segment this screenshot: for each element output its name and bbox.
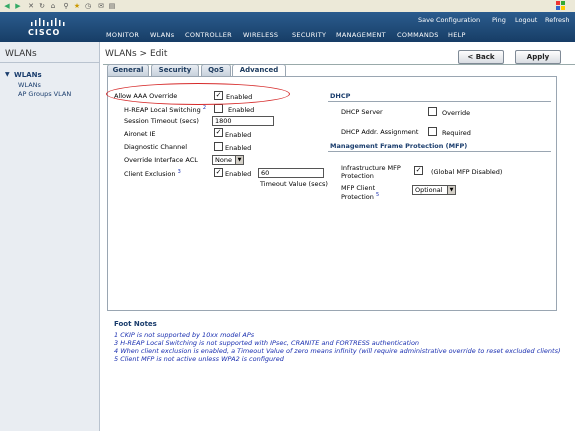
back-button[interactable]: < Back: [458, 50, 504, 64]
favorites-icon[interactable]: ★: [73, 2, 81, 10]
cisco-logo-text: CISCO: [28, 28, 61, 37]
session-timeout-label: Session Timeout (secs): [124, 117, 199, 125]
nav-commands[interactable]: COMMANDS: [397, 31, 439, 39]
diagnostic-text: Enabled: [225, 144, 252, 152]
sidebar-divider: [0, 62, 99, 63]
windows-logo-icon: [556, 1, 565, 10]
save-configuration-link[interactable]: Save Configuration: [418, 16, 480, 24]
page-title: WLANs > Edit: [105, 49, 168, 59]
tab-general[interactable]: General: [107, 64, 149, 76]
client-mfp-value: Optional: [415, 186, 443, 194]
forward-icon[interactable]: ▶: [14, 2, 22, 10]
mail-icon[interactable]: ✉: [97, 2, 105, 10]
timeout-value-input[interactable]: 60: [258, 168, 324, 178]
nav-monitor[interactable]: MONITOR: [106, 31, 139, 39]
refresh-link[interactable]: Refresh: [545, 16, 570, 24]
apply-button[interactable]: Apply: [515, 50, 561, 64]
back-icon[interactable]: ◀: [3, 2, 11, 10]
footnote-item: 3 H-REAP Local Switching is not supporte…: [114, 339, 420, 347]
chevron-down-icon: ▼: [235, 156, 243, 164]
client-exclusion-checkbox[interactable]: ✓: [214, 168, 223, 177]
mfp-section-title: Management Frame Protection (MFP): [330, 142, 468, 150]
dhcp-assign-checkbox[interactable]: [428, 127, 437, 136]
chevron-down-icon: ▼: [447, 186, 455, 194]
highlight-oval: [106, 83, 290, 105]
dhcp-assign-label: DHCP Addr. Assignment: [341, 128, 419, 136]
history-icon[interactable]: ◷: [84, 2, 92, 10]
timeout-value-label: Timeout Value (secs): [260, 180, 328, 188]
cisco-logo-icon: [31, 18, 65, 26]
dhcp-divider: [328, 101, 551, 102]
footnote-item: 4 When client exclusion is enabled, a Ti…: [114, 347, 561, 355]
nav-controller[interactable]: CONTROLLER: [185, 31, 232, 39]
aironet-label: Aironet IE: [124, 130, 156, 138]
nav-help[interactable]: HELP: [448, 31, 466, 39]
tab-security[interactable]: Security: [151, 64, 199, 76]
dhcp-server-text: Override: [442, 109, 471, 117]
dhcp-server-checkbox[interactable]: [428, 107, 437, 116]
sidebar-section-wlans[interactable]: WLANs: [14, 71, 42, 79]
nav-security[interactable]: SECURITY: [292, 31, 326, 39]
client-mfp-label-line2: Protection 5: [341, 192, 380, 202]
session-timeout-input[interactable]: 1800: [212, 116, 274, 126]
tab-qos[interactable]: QoS: [201, 64, 231, 76]
client-exclusion-text: Enabled: [225, 170, 252, 178]
infra-mfp-label-line2: Protection: [341, 172, 374, 180]
cisco-header: [0, 12, 575, 42]
nav-wireless[interactable]: WIRELESS: [243, 31, 278, 39]
search-icon[interactable]: ⚲: [62, 2, 70, 10]
home-icon[interactable]: ⌂: [49, 2, 57, 10]
sidebar-item-wlans[interactable]: WLANs: [18, 81, 41, 89]
logout-link[interactable]: Logout: [515, 16, 537, 24]
sidebar-title: WLANs: [5, 49, 37, 59]
sidebar-item-ap-groups-vlan[interactable]: AP Groups VLAN: [18, 90, 71, 98]
override-acl-value: None: [215, 156, 232, 164]
aironet-checkbox[interactable]: ✓: [214, 128, 223, 137]
diagnostic-label: Diagnostic Channel: [124, 143, 188, 151]
refresh-icon[interactable]: ↻: [38, 2, 46, 10]
override-acl-select[interactable]: None ▼: [212, 155, 244, 165]
nav-wlans[interactable]: WLANs: [150, 31, 174, 39]
infra-mfp-label: Infrastructure MFP: [341, 164, 401, 172]
client-exclusion-label: Client Exclusion 3: [124, 169, 181, 179]
hreap-text: Enabled: [228, 106, 255, 114]
infra-mfp-checkbox[interactable]: ✓: [414, 166, 423, 175]
diagnostic-checkbox[interactable]: [214, 142, 223, 151]
footnote-item: 5 Client MFP is not active unless WPA2 i…: [114, 355, 284, 363]
nav-management[interactable]: MANAGEMENT: [336, 31, 386, 39]
print-icon[interactable]: ▤: [108, 2, 116, 10]
expand-triangle-icon[interactable]: ▼: [5, 71, 10, 78]
footnote-item: 1 CKIP is not supported by 10xx model AP…: [114, 331, 255, 339]
ping-link[interactable]: Ping: [492, 16, 506, 24]
dhcp-server-label: DHCP Server: [341, 108, 383, 116]
stop-icon[interactable]: ✕: [27, 2, 35, 10]
override-acl-label: Override Interface ACL: [124, 156, 198, 164]
dhcp-section-title: DHCP: [330, 92, 351, 100]
hreap-checkbox[interactable]: [214, 104, 223, 113]
sidebar: [0, 42, 100, 431]
hreap-label: H-REAP Local Switching 2: [124, 105, 207, 115]
aironet-text: Enabled: [225, 131, 252, 139]
dhcp-assign-text: Required: [442, 129, 471, 137]
client-mfp-select[interactable]: Optional ▼: [412, 185, 456, 195]
client-mfp-label: MFP Client: [341, 184, 376, 192]
infra-mfp-text: (Global MFP Disabled): [431, 168, 503, 176]
footnotes-title: Foot Notes: [114, 320, 157, 328]
mfp-divider: [328, 151, 551, 152]
